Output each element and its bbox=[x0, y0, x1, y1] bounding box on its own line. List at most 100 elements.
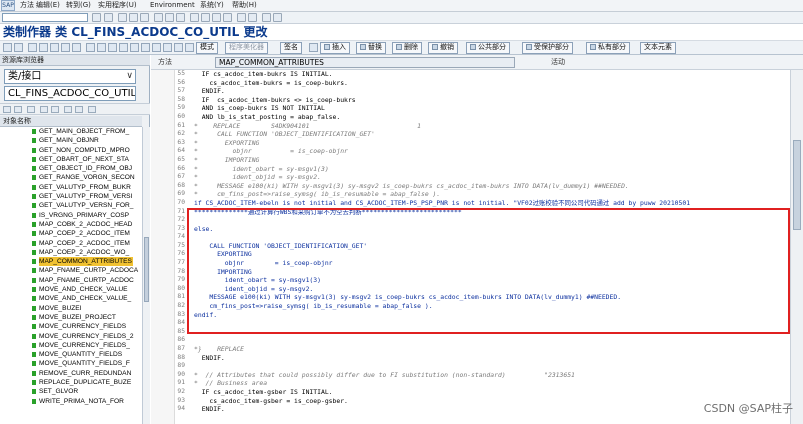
code-line[interactable]: 79 ident_obart = sy-msgv1(3) bbox=[175, 276, 790, 285]
editor-scrollbar-thumb[interactable] bbox=[793, 140, 801, 230]
up-icon[interactable] bbox=[27, 106, 35, 113]
cut-icon[interactable] bbox=[174, 43, 183, 52]
code-line[interactable]: 69 * cm_fins_post=>raise_symsg( ib_is_res… bbox=[175, 190, 790, 199]
layout-icon[interactable] bbox=[273, 13, 282, 22]
code-line[interactable]: 92 IF cs_acdoc_item-gsber IS INITIAL. bbox=[175, 388, 790, 397]
print-icon[interactable] bbox=[154, 13, 163, 22]
settings-icon[interactable] bbox=[88, 106, 96, 113]
list-item[interactable]: SET_GLVOR bbox=[0, 387, 142, 396]
code-line[interactable]: 84 bbox=[175, 319, 790, 328]
replace-button[interactable]: 替换 bbox=[356, 42, 386, 54]
expand-icon[interactable] bbox=[75, 106, 83, 113]
list-item[interactable]: MOVE_CURRENCY_FIELDS bbox=[0, 322, 142, 331]
list-item[interactable]: GET_VALUTYP_FROM_VERSI bbox=[0, 192, 142, 201]
menu-item-utilities[interactable]: 实用程序(U) bbox=[98, 0, 137, 11]
list-item[interactable]: MOVE_CURRENCY_FIELDS_2 bbox=[0, 332, 142, 341]
new-session-icon[interactable] bbox=[237, 13, 246, 22]
pretty-printer-icon[interactable] bbox=[163, 43, 172, 52]
menu-item-goto[interactable]: 转到(G) bbox=[66, 0, 91, 11]
code-line[interactable]: 83 endif. bbox=[175, 311, 790, 320]
code-line[interactable]: 85 bbox=[175, 328, 790, 337]
code-line[interactable]: 78 IMPORTING bbox=[175, 268, 790, 277]
list-item[interactable]: WRITE_PRIMA_NOTA_FOR bbox=[0, 397, 142, 406]
undo-button[interactable]: 撤销 bbox=[428, 42, 458, 54]
where-used-icon[interactable] bbox=[86, 43, 95, 52]
list-item[interactable]: MOVE_BUZEI_PROJECT bbox=[0, 313, 142, 322]
code-line[interactable]: 72 bbox=[175, 216, 790, 225]
collapse-icon[interactable] bbox=[64, 106, 72, 113]
back-arrow-icon[interactable] bbox=[3, 43, 12, 52]
code-line[interactable]: 81 MESSAGE e100(ki) WITH sy-msgv1(3) sy-… bbox=[175, 293, 790, 302]
list-item[interactable]: MAP_COMMON_ATTRIBUTES bbox=[0, 257, 142, 267]
code-line[interactable]: 82 cm_fins_post=>raise_symsg( ib_is_resu… bbox=[175, 302, 790, 311]
help-icon[interactable] bbox=[262, 13, 271, 22]
code-line[interactable]: 88 ENDIF. bbox=[175, 354, 790, 363]
save-icon[interactable] bbox=[104, 13, 113, 22]
code-line[interactable]: 68 * MESSAGE e100(ki) WITH sy-msgv1(3) sy… bbox=[175, 182, 790, 191]
object-type-select[interactable]: 类/接口 ∨ bbox=[4, 69, 136, 84]
enhancement-icon[interactable] bbox=[309, 43, 318, 52]
display-icon[interactable] bbox=[40, 106, 48, 113]
enter-icon[interactable] bbox=[92, 13, 101, 22]
list-item[interactable]: MOVE_AND_CHECK_VALUE bbox=[0, 285, 142, 294]
last-page-icon[interactable] bbox=[223, 13, 232, 22]
text-elements-button[interactable]: 文本元素 bbox=[640, 42, 676, 54]
find-icon[interactable] bbox=[165, 13, 174, 22]
editor-scrollbar[interactable] bbox=[790, 70, 803, 424]
prev-page-icon[interactable] bbox=[201, 13, 210, 22]
code-line[interactable]: 63 * EXPORTING bbox=[175, 139, 790, 148]
list-item[interactable]: GET_OBJECT_ID_FROM_OBJ bbox=[0, 164, 142, 173]
cancel-icon[interactable] bbox=[140, 13, 149, 22]
list-item[interactable]: MOVE_QUANTITY_FIELDS bbox=[0, 350, 142, 359]
code-line[interactable]: 87 *} REPLACE bbox=[175, 345, 790, 354]
active-inactive-icon[interactable] bbox=[39, 43, 48, 52]
code-line[interactable]: 71 **************通过计算行WBS和采购订单不为空去判断*****… bbox=[175, 208, 790, 217]
code-line[interactable]: 86 bbox=[175, 336, 790, 345]
code-line[interactable]: 90 * // Attributes that could possibly di… bbox=[175, 371, 790, 380]
code-line[interactable]: 67 * ident_objid = sy-msgv2. bbox=[175, 173, 790, 182]
menu-item-edit[interactable]: 编辑(E) bbox=[36, 0, 60, 11]
display-change-icon[interactable] bbox=[28, 43, 37, 52]
list-item[interactable]: REPLACE_DUPLICATE_BUZE bbox=[0, 378, 142, 387]
back-icon[interactable] bbox=[118, 13, 127, 22]
list-item[interactable]: GET_OBART_OF_NEXT_STA bbox=[0, 155, 142, 164]
list-item[interactable]: IS_VRGNG_PRIMARY_COSP bbox=[0, 211, 142, 220]
menu-item-system[interactable]: 系统(Y) bbox=[200, 0, 224, 11]
back-icon[interactable] bbox=[3, 106, 11, 113]
object-name-input[interactable]: CL_FINS_ACDOC_CO_UTIL bbox=[4, 86, 136, 101]
delete-button[interactable]: 删除 bbox=[392, 42, 422, 54]
code-line[interactable]: 65 * IMPORTING bbox=[175, 156, 790, 165]
private-section-button[interactable]: 私有部分 bbox=[586, 42, 630, 54]
list-item[interactable]: REMOVE_CURR_REDUNDAN bbox=[0, 369, 142, 378]
breakpoint-icon[interactable] bbox=[141, 43, 150, 52]
chevron-down-icon[interactable]: ∨ bbox=[126, 70, 133, 83]
code-line[interactable]: 58 IF cs_acdoc_item-bukrs <> is_coep-buk… bbox=[175, 96, 790, 105]
menu-item-help[interactable]: 帮助(H) bbox=[232, 0, 257, 11]
code-line[interactable]: 76 EXPORTING bbox=[175, 250, 790, 259]
code-line[interactable]: 60 AND lb_is_stat_posting = abap_false. bbox=[175, 113, 790, 122]
list-item[interactable]: MAP_COEP_2_ACDOC_ITEM bbox=[0, 229, 142, 238]
list-item[interactable]: MOVE_QUANTITY_FIELDS_F bbox=[0, 359, 142, 368]
code-line[interactable]: 93 cs_acdoc_item-gsber = is_coep-gsber. bbox=[175, 397, 790, 406]
pretty-printer-button[interactable]: 程序美化器 bbox=[225, 42, 268, 54]
code-line[interactable]: 66 * ident_obart = sy-msgv1(3) bbox=[175, 165, 790, 174]
menu-item-environment[interactable]: Environment bbox=[150, 0, 195, 11]
copy-icon[interactable] bbox=[185, 43, 194, 52]
left-scrollbar[interactable] bbox=[142, 127, 150, 424]
list-item[interactable]: MAP_FNAME_CURTP_ACDOC bbox=[0, 276, 142, 285]
code-line[interactable]: 56 cs_acdoc_item-bukrs = is_coep-bukrs. bbox=[175, 79, 790, 88]
list-item[interactable]: GET_VALUTYP_FROM_BUKR bbox=[0, 183, 142, 192]
list-item[interactable]: GET_VALUTYP_VERSN_FOR_ bbox=[0, 201, 142, 210]
list-item[interactable]: MOVE_CURRENCY_FIELDS_ bbox=[0, 341, 142, 350]
code-line[interactable]: 91 * // Business area bbox=[175, 379, 790, 388]
code-line[interactable]: 77 objnr = is_coep-objnr bbox=[175, 259, 790, 268]
insert-button[interactable]: 插入 bbox=[320, 42, 350, 54]
list-item[interactable]: GET_NON_COMPLTD_MPRO bbox=[0, 146, 142, 155]
code-line[interactable]: 62 * CALL FUNCTION 'OBJECT_IDENTIFICATION… bbox=[175, 130, 790, 139]
code-line[interactable]: 57 ENDIF. bbox=[175, 87, 790, 96]
list-item[interactable]: MOVE_BUZEI bbox=[0, 304, 142, 313]
list-item[interactable]: GET_MAIN_OBJNR bbox=[0, 136, 142, 145]
list-item[interactable]: MAP_FNAME_CURTP_ACDOCA bbox=[0, 266, 142, 275]
enhance-icon[interactable] bbox=[119, 43, 128, 52]
code-line[interactable]: 59 AND is_coep-bukrs IS NOT INITIAL bbox=[175, 104, 790, 113]
